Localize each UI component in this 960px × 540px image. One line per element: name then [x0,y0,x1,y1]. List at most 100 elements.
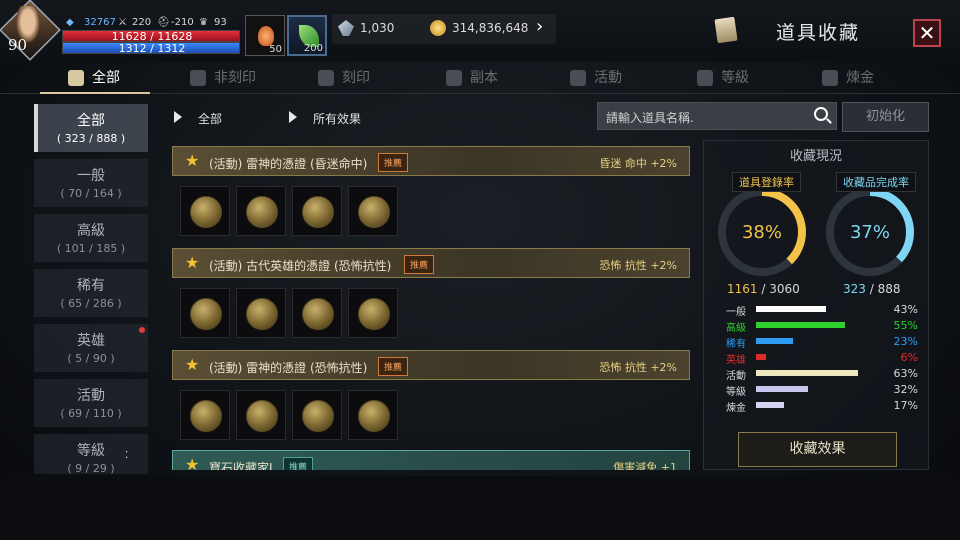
completion-total: / 888 [869,282,901,296]
grade-percent: 43% [893,303,918,316]
tab-dungeon[interactable]: 副本 [446,62,498,94]
category-count: ( 69 / 110 ) [60,407,122,420]
coin-icon [358,196,390,228]
item-slot[interactable] [180,288,230,338]
item-slot[interactable] [236,288,286,338]
potion-slot[interactable]: 50 [245,15,285,56]
dungeon-icon [446,70,462,86]
recommend-badge: 推薦 [378,357,409,376]
coin-icon [358,298,390,330]
recommend-badge: 推薦 [378,153,409,172]
tab-all[interactable]: 全部 [68,62,120,94]
category-name: 英雄 [77,333,105,349]
collection-effect-button[interactable]: 收藏效果 [738,432,897,467]
close-button[interactable]: ✕ [913,19,941,47]
star-icon: ★ [185,253,200,272]
tab-engraved[interactable]: 刻印 [318,62,370,94]
grade-percent: 32% [893,383,918,396]
grade-bar [756,306,826,312]
grade-percent: 6% [900,351,918,364]
herb-count: 200 [303,43,323,54]
item-slot[interactable] [348,288,398,338]
category-level[interactable]: 等級 ( 9 / 29 ) [34,434,148,474]
category-normal[interactable]: 一般 ( 70 / 164 ) [34,159,148,207]
tab-event[interactable]: 活動 [570,62,622,94]
tab-level[interactable]: 等級 [697,62,749,94]
item-slot[interactable] [180,390,230,440]
defense-value: -210 [171,17,194,28]
item-slot[interactable] [180,186,230,236]
collection-effect: 恐怖 抗性 +2% [599,259,677,272]
tab-label: 煉金 [846,70,874,86]
reset-button[interactable]: 初始化 [842,102,929,132]
collection-name: (活動) 古代英雄的憑證 (恐怖抗性) [209,259,392,273]
filter-effect-dropdown[interactable]: 所有效果 [313,110,361,127]
collection-header[interactable]: ★ 寶石收藏家I 推薦 傷害減免 +1 [172,450,690,470]
category-count: ( 323 / 888 ) [56,132,126,145]
grade-bar [756,402,784,408]
tab-alchemy[interactable]: 煉金 [822,62,874,94]
search-input[interactable]: 請輸入道具名稱. [597,102,837,130]
coin-icon [302,298,334,330]
category-hero[interactable]: 英雄 ( 5 / 90 ) [34,324,148,372]
trophy-value: 93 [214,17,227,28]
gold-amount: 314,836,648 [452,21,529,35]
level-icon [697,70,713,86]
grade-bar [756,354,766,360]
grade-label: 高級 [726,323,746,334]
item-slot[interactable] [348,390,398,440]
attack-value: 220 [132,17,152,28]
currency-expand-arrow-icon[interactable]: › [536,16,543,37]
tab-label: 全部 [92,70,120,86]
potion-count: 50 [269,44,282,55]
grade-label: 活動 [726,371,746,382]
tab-non-engraved[interactable]: 非刻印 [190,62,256,94]
item-slot[interactable] [292,390,342,440]
power-icon: ◆ [66,17,74,28]
collection-name: (活動) 雷神的憑證 (恐怖抗性) [209,361,368,375]
category-name: 等級 [77,443,105,459]
mp-bar: 1312 / 1312 [62,42,240,55]
gift-icon [570,70,586,86]
category-rare[interactable]: 稀有 ( 65 / 286 ) [34,269,148,317]
item-slot[interactable] [292,288,342,338]
collection-header[interactable]: ★ (活動) 雷神的憑證 (恐怖抗性) 推薦 恐怖 抗性 +2% [172,350,690,380]
grade-percent: 23% [893,335,918,348]
item-slot[interactable] [236,186,286,236]
attack-icon: ⚔ [118,17,127,28]
non-engrave-icon [190,70,206,86]
item-slot[interactable] [292,186,342,236]
bottom-strip [0,476,960,540]
star-icon: ★ [185,355,200,374]
potion-icon [258,26,274,46]
coin-icon [302,196,334,228]
category-advanced[interactable]: 高級 ( 101 / 185 ) [34,214,148,262]
gem-amount: 1,030 [360,21,395,35]
category-selection-indicator [34,104,38,152]
grade-percent: 55% [893,319,918,332]
collection-list: ★ (活動) 雷神的憑證 (昏迷命中) 推薦 昏迷 命中 +2% ★ (活動) … [170,140,695,470]
item-slot[interactable] [348,186,398,236]
helmet-icon: ⛑ [157,17,170,28]
registration-fraction: 1161 / 3060 [727,282,800,296]
star-icon: ★ [185,151,200,170]
grade-percent: 63% [893,367,918,380]
search-icon[interactable] [814,107,828,121]
coin-icon [190,196,222,228]
gold-coin-icon [430,20,446,36]
tab-label: 刻印 [342,70,370,86]
collection-header[interactable]: ★ (活動) 雷神的憑證 (昏迷命中) 推薦 昏迷 命中 +2% [172,146,690,176]
filter-arrow-icon [174,111,182,123]
grade-label: 煉金 [726,403,746,414]
filter-category-dropdown[interactable]: 全部 [198,110,222,127]
item-slot[interactable] [236,390,286,440]
category-all[interactable]: 全部 ( 323 / 888 ) [34,104,148,152]
collection-header[interactable]: ★ (活動) 古代英雄的憑證 (恐怖抗性) 推薦 恐怖 抗性 +2% [172,248,690,278]
herb-slot[interactable]: 200 [287,15,327,56]
collection-effect: 傷害減免 +1 [613,461,677,470]
coin-icon [246,196,278,228]
category-count: ( 101 / 185 ) [56,242,126,255]
category-event[interactable]: 活動 ( 69 / 110 ) [34,379,148,427]
alchemy-icon [822,70,838,86]
coin-icon [190,400,222,432]
